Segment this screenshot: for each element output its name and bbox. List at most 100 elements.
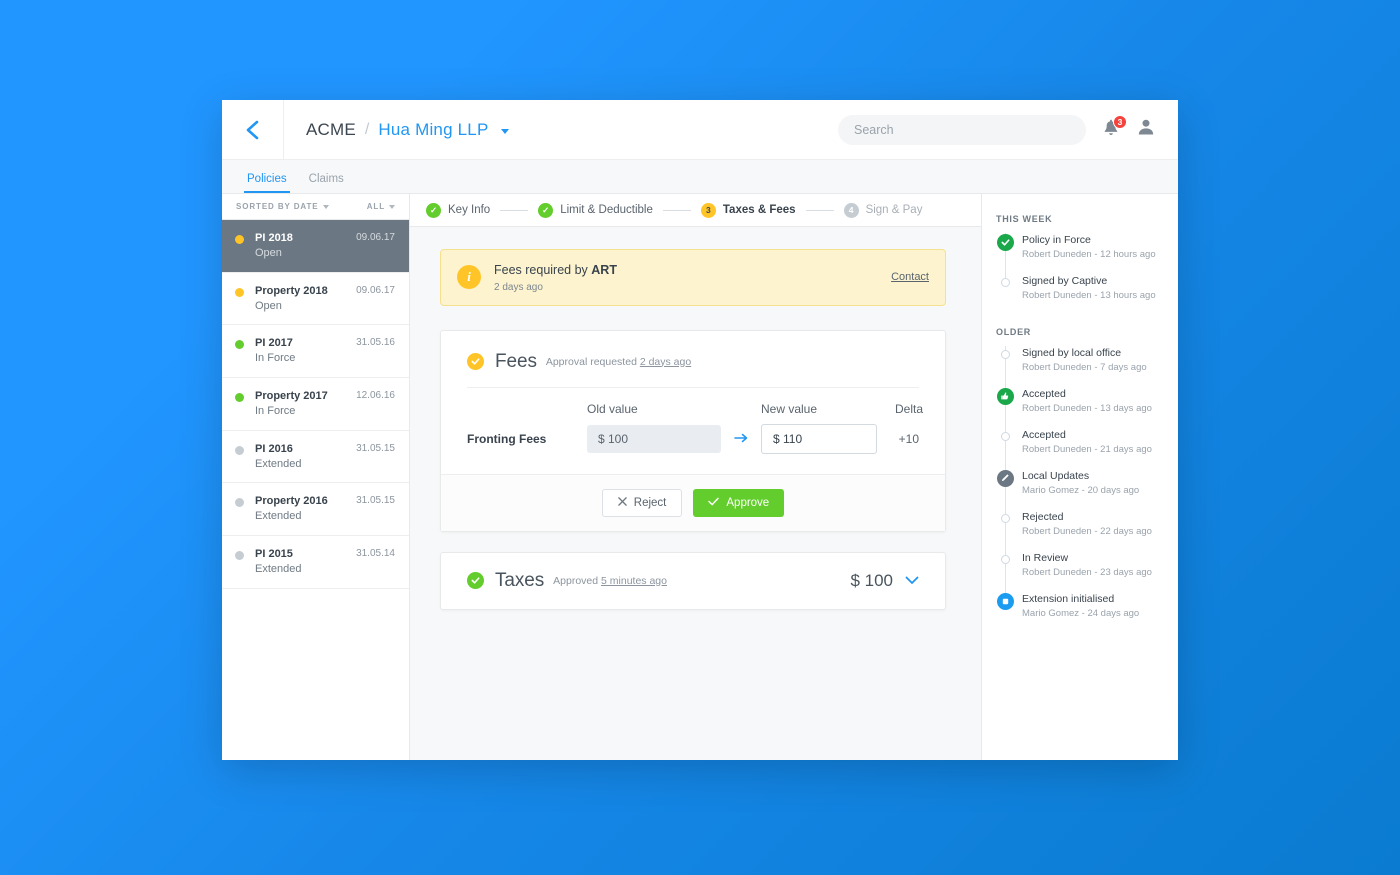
- notifications-button[interactable]: 3: [1102, 119, 1120, 141]
- step-label: Key Info: [448, 204, 490, 216]
- timeline-dot-icon: [1001, 514, 1010, 523]
- approve-button-label: Approve: [726, 497, 769, 509]
- alert-subtitle: 2 days ago: [494, 282, 891, 293]
- fees-column-headers: Old value New value Delta: [467, 402, 919, 416]
- fees-card-title: Fees: [495, 351, 537, 373]
- activity-item[interactable]: Local Updates Mario Gomez - 20 days ago: [996, 469, 1164, 510]
- row-label: Fronting Fees: [467, 432, 587, 446]
- close-icon: [618, 497, 627, 509]
- activity-title: Signed by local office: [1022, 346, 1147, 361]
- chevron-down-icon[interactable]: [905, 572, 919, 590]
- activity-item[interactable]: Rejected Robert Duneden - 22 days ago: [996, 510, 1164, 551]
- fees-card-header: Fees Approval requested 2 days ago: [441, 331, 945, 387]
- policy-status: Extended: [255, 562, 356, 577]
- chevron-down-icon: [323, 205, 329, 209]
- tab-policies[interactable]: Policies: [236, 173, 298, 193]
- step-limit-deductible[interactable]: ✓ Limit & Deductible: [538, 203, 653, 218]
- activity-subtitle: Robert Duneden - 23 days ago: [1022, 566, 1152, 579]
- activity-item[interactable]: Accepted Robert Duneden - 21 days ago: [996, 428, 1164, 469]
- filter-dropdown[interactable]: ALL: [367, 202, 395, 211]
- column-header-new-value: New value: [761, 402, 895, 416]
- fees-row-fronting-fees: Fronting Fees $ 100 +10: [467, 416, 919, 474]
- main-content: ✓ Key Info ✓ Limit & Deductible 3 Taxes …: [410, 194, 981, 760]
- activity-title: Local Updates: [1022, 469, 1139, 484]
- sidebar-item-property-2016[interactable]: Property 2016 Extended 31.05.15: [222, 483, 409, 536]
- step-connector: [500, 210, 528, 211]
- reject-button[interactable]: Reject: [602, 489, 683, 517]
- breadcrumb-current[interactable]: Hua Ming LLP: [378, 120, 488, 140]
- step-number: 4: [844, 203, 859, 218]
- activity-item[interactable]: Accepted Robert Duneden - 13 days ago: [996, 387, 1164, 428]
- status-dot: [235, 393, 244, 402]
- activity-title: Accepted: [1022, 387, 1152, 402]
- chevron-down-icon[interactable]: [501, 129, 509, 134]
- activity-item[interactable]: Signed by local office Robert Duneden - …: [996, 346, 1164, 387]
- policy-status: Extended: [255, 509, 356, 524]
- top-bar: ACME / Hua Ming LLP 3: [222, 100, 1178, 160]
- taxes-card[interactable]: Taxes Approved 5 minutes ago $ 100: [440, 552, 946, 610]
- sidebar-item-property-2018[interactable]: Property 2018 Open 09.06.17: [222, 273, 409, 326]
- taxes-amount: $ 100: [850, 571, 893, 591]
- tab-claims[interactable]: Claims: [298, 173, 355, 193]
- activity-title: Rejected: [1022, 510, 1152, 525]
- breadcrumb-separator: /: [365, 121, 369, 139]
- policy-status: Open: [255, 299, 356, 314]
- pencil-icon: [997, 470, 1014, 487]
- policy-date: 31.05.15: [356, 495, 395, 506]
- taxes-meta-link[interactable]: 5 minutes ago: [601, 575, 667, 587]
- info-icon: i: [457, 265, 481, 289]
- timeline-dot-icon: [1001, 350, 1010, 359]
- activity-title: In Review: [1022, 551, 1152, 566]
- timeline-dot-icon: [1001, 278, 1010, 287]
- breadcrumb-org[interactable]: ACME: [306, 120, 356, 140]
- policy-name: Property 2016: [255, 494, 356, 509]
- sidebar-item-pi-2018[interactable]: PI 2018 Open 09.06.17: [222, 220, 409, 273]
- activity-item[interactable]: Extension initialised Mario Gomez - 24 d…: [996, 592, 1164, 633]
- delta-value: +10: [895, 432, 919, 446]
- back-button[interactable]: [222, 100, 284, 160]
- sidebar-item-property-2017[interactable]: Property 2017 In Force 12.06.16: [222, 378, 409, 431]
- user-avatar-icon[interactable]: [1136, 117, 1156, 142]
- approve-button[interactable]: Approve: [693, 489, 784, 517]
- thumbs-up-icon: [997, 388, 1014, 405]
- new-value-input[interactable]: [761, 424, 877, 454]
- sidebar-item-pi-2015[interactable]: PI 2015 Extended 31.05.14: [222, 536, 409, 589]
- timeline-dot-icon: [1001, 555, 1010, 564]
- sort-dropdown[interactable]: SORTED BY DATE: [236, 202, 329, 211]
- step-number: 3: [701, 203, 716, 218]
- sidebar-item-pi-2016[interactable]: PI 2016 Extended 31.05.15: [222, 431, 409, 484]
- fees-meta-prefix: Approval requested: [546, 356, 640, 368]
- activity-item[interactable]: Policy in Force Robert Duneden - 12 hour…: [996, 233, 1164, 274]
- policy-status: In Force: [255, 404, 356, 419]
- policy-status: Extended: [255, 457, 356, 472]
- activity-item[interactable]: Signed by Captive Robert Duneden - 13 ho…: [996, 274, 1164, 315]
- activity-subtitle: Robert Duneden - 7 days ago: [1022, 361, 1147, 374]
- step-sign-pay[interactable]: 4 Sign & Pay: [844, 203, 923, 218]
- activity-item[interactable]: In Review Robert Duneden - 23 days ago: [996, 551, 1164, 592]
- policy-name: PI 2016: [255, 442, 356, 457]
- sort-dropdown-label: SORTED BY DATE: [236, 202, 319, 211]
- policy-date: 31.05.14: [356, 548, 395, 559]
- alert-title: Fees required by ART: [494, 262, 891, 280]
- sidebar-header: SORTED BY DATE ALL: [222, 194, 409, 220]
- app-body: SORTED BY DATE ALL PI 2018 Open 09.06.17: [222, 194, 1178, 760]
- column-header-delta: Delta: [895, 402, 923, 416]
- status-dot: [235, 446, 244, 455]
- check-icon: [708, 497, 719, 509]
- taxes-card-title: Taxes: [495, 570, 544, 592]
- search-input[interactable]: [838, 115, 1086, 145]
- status-dot: [235, 498, 244, 507]
- fees-card-meta: Approval requested 2 days ago: [546, 356, 691, 368]
- sidebar-item-pi-2017[interactable]: PI 2017 In Force 31.05.16: [222, 325, 409, 378]
- fees-meta-link[interactable]: 2 days ago: [640, 356, 691, 368]
- activity-title: Extension initialised: [1022, 592, 1139, 607]
- topbar-actions: 3: [838, 115, 1178, 145]
- contact-link[interactable]: Contact: [891, 271, 929, 283]
- timeline-dot-icon: [1001, 432, 1010, 441]
- step-taxes-fees[interactable]: 3 Taxes & Fees: [701, 203, 796, 218]
- step-key-info[interactable]: ✓ Key Info: [426, 203, 490, 218]
- activity-title: Signed by Captive: [1022, 274, 1156, 289]
- policy-name: Property 2018: [255, 284, 356, 299]
- filter-dropdown-label: ALL: [367, 202, 385, 211]
- check-icon: ✓: [538, 203, 553, 218]
